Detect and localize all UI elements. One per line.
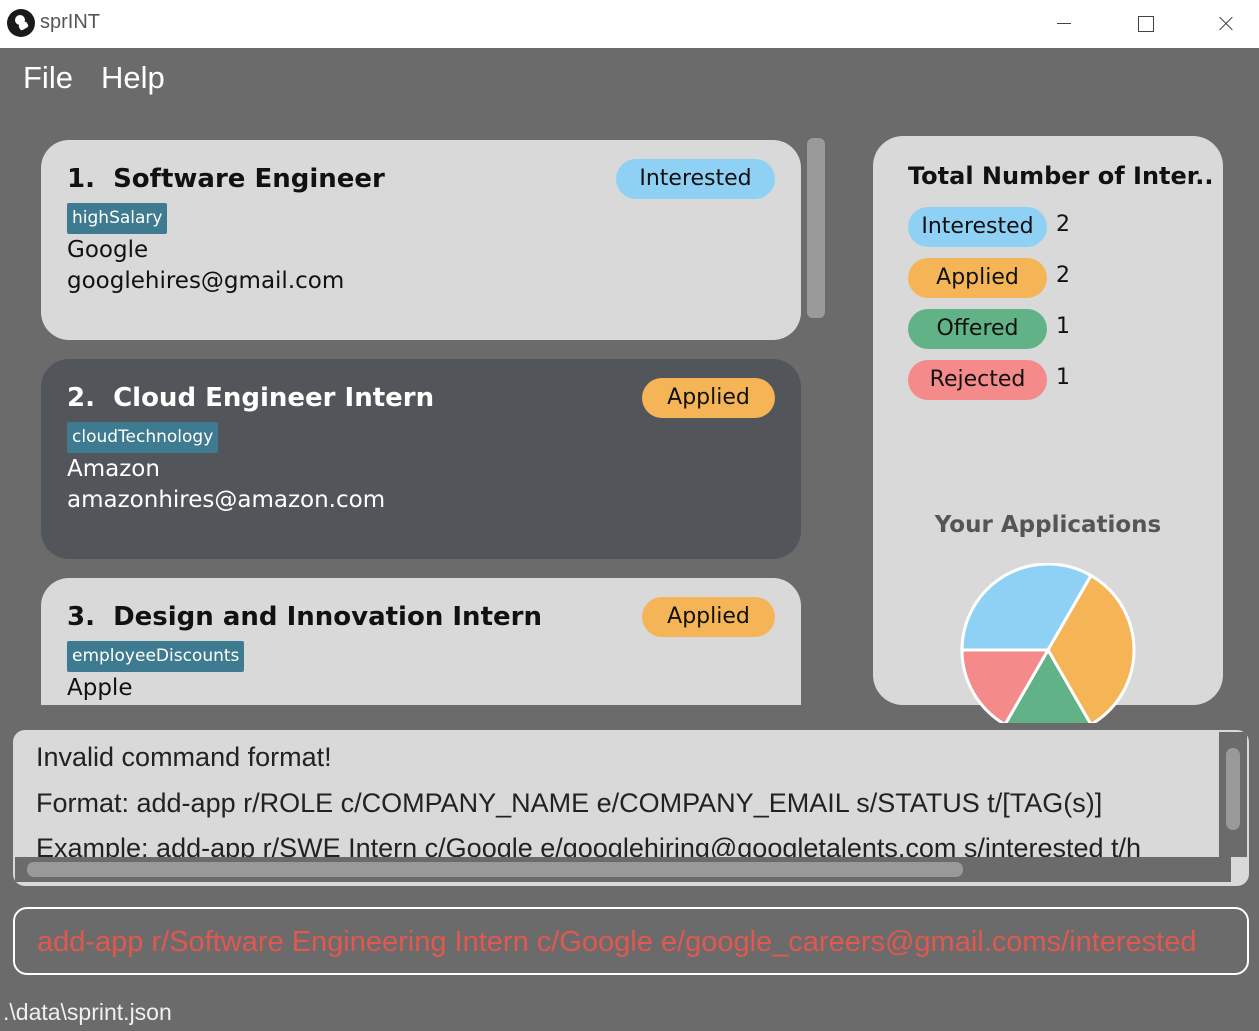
title-bar: sprINT bbox=[0, 0, 1259, 48]
status-badge: Applied bbox=[642, 597, 775, 637]
stat-pill: Applied bbox=[908, 258, 1047, 298]
result-horizontal-scrollbar[interactable] bbox=[15, 857, 1231, 882]
card-company: Apple bbox=[67, 675, 133, 701]
card-index: 1. bbox=[67, 164, 95, 194]
list-scrollbar[interactable] bbox=[807, 138, 825, 318]
result-line: Format: add-app r/ROLE c/COMPANY_NAME e/… bbox=[36, 788, 1103, 818]
result-vertical-scrollbar[interactable] bbox=[1219, 732, 1247, 857]
tag-label: cloudTechnology bbox=[67, 422, 219, 453]
stats-title: Total Number of Inter... bbox=[908, 162, 1213, 190]
sprint-logo-icon bbox=[7, 9, 35, 37]
scrollbar-thumb[interactable] bbox=[1226, 748, 1240, 830]
card-index: 3. bbox=[67, 602, 95, 632]
card-company: Google bbox=[67, 237, 149, 263]
stat-count: 1 bbox=[1056, 314, 1070, 339]
status-badge: Interested bbox=[616, 159, 775, 199]
command-box[interactable] bbox=[13, 907, 1249, 975]
stat-count: 2 bbox=[1056, 212, 1070, 237]
pie-chart bbox=[960, 563, 1136, 723]
result-line: Invalid command format! bbox=[36, 742, 332, 772]
status-bar: .\data\sprint.json bbox=[0, 993, 1259, 1031]
stat-pill: Offered bbox=[908, 309, 1047, 349]
card-index: 2. bbox=[67, 383, 95, 413]
tag-label: employeeDiscounts bbox=[67, 641, 245, 672]
minimize-icon[interactable] bbox=[1034, 0, 1094, 48]
maximize-icon[interactable] bbox=[1115, 0, 1175, 48]
application-card[interactable]: 1. Software Engineer Interested highSala… bbox=[41, 140, 801, 340]
stat-pill: Interested bbox=[908, 207, 1047, 247]
status-badge: Applied bbox=[642, 378, 775, 418]
window-title: sprINT bbox=[40, 11, 100, 33]
card-role: Design and Innovation Intern bbox=[113, 602, 542, 632]
application-card[interactable]: 2. Cloud Engineer Intern Applied cloudTe… bbox=[41, 359, 801, 559]
card-company: Amazon bbox=[67, 456, 160, 482]
card-title: 2. Cloud Engineer Intern bbox=[67, 383, 434, 413]
card-title: 3. Design and Innovation Intern bbox=[67, 602, 542, 632]
menu-bar: File Help bbox=[0, 48, 1259, 110]
card-email: amazonhires@amazon.com bbox=[67, 487, 386, 513]
close-icon[interactable] bbox=[1196, 0, 1256, 48]
data-file-path: .\data\sprint.json bbox=[3, 999, 172, 1025]
scrollbar-thumb[interactable] bbox=[27, 862, 963, 877]
menu-help[interactable]: Help bbox=[101, 60, 165, 96]
stat-count: 1 bbox=[1056, 365, 1070, 390]
application-card[interactable]: 3. Design and Innovation Intern Applied … bbox=[41, 578, 801, 705]
card-title: 1. Software Engineer bbox=[67, 164, 385, 194]
application-list[interactable]: 1. Software Engineer Interested highSala… bbox=[41, 138, 803, 705]
pie-chart-title: Your Applications bbox=[934, 512, 1162, 538]
stat-pill: Rejected bbox=[908, 360, 1047, 400]
command-input[interactable] bbox=[37, 922, 1227, 962]
card-email: googlehires@gmail.com bbox=[67, 268, 345, 294]
menu-file[interactable]: File bbox=[23, 60, 73, 96]
card-role: Cloud Engineer Intern bbox=[113, 383, 435, 413]
result-display: Invalid command format! Format: add-app … bbox=[13, 730, 1249, 886]
card-role: Software Engineer bbox=[113, 164, 385, 194]
stat-count: 2 bbox=[1056, 263, 1070, 288]
tag-label: highSalary bbox=[67, 203, 168, 234]
